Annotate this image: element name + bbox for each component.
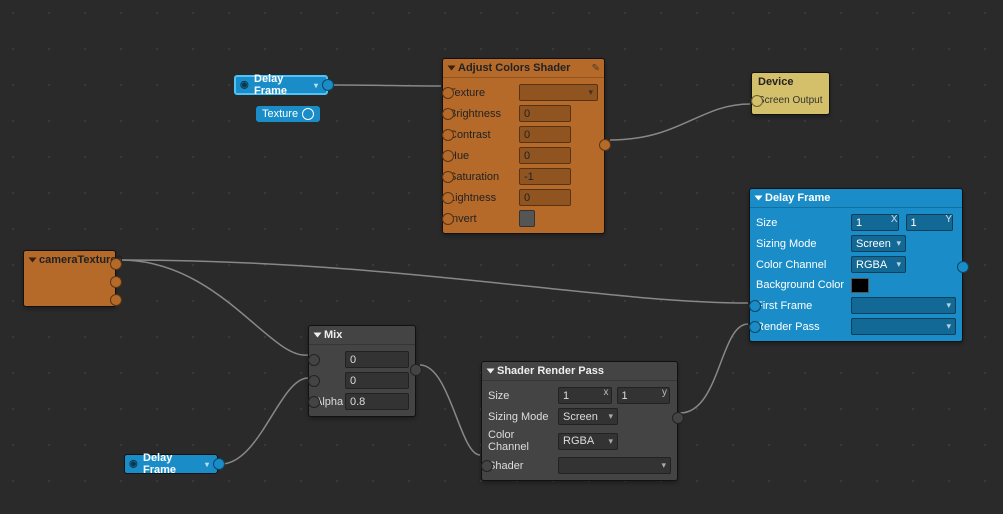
input-port-texture[interactable] [442,87,454,99]
hue-input[interactable]: 0 [519,147,571,164]
bgcolor-swatch[interactable] [851,278,869,293]
node-header[interactable]: cameraTexture0 [24,251,115,269]
collapse-icon[interactable] [448,66,456,71]
input-port-1[interactable] [308,354,320,366]
node-delay-frame-big[interactable]: Delay Frame Size 1X 1Y Sizing ModeScreen… [749,188,963,342]
input-port-saturation[interactable] [442,171,454,183]
output-port[interactable] [599,139,611,151]
output-port[interactable] [213,458,225,470]
mix-in2[interactable]: 0 [345,372,409,389]
brightness-input[interactable]: 0 [519,105,571,122]
collapse-icon[interactable] [29,258,37,263]
input-port-alpha[interactable] [308,396,320,408]
node-header[interactable]: Delay Frame [750,189,962,208]
node-header[interactable]: Mix [309,326,415,345]
mix-alpha[interactable]: 0.8 [345,393,409,410]
node-header[interactable]: Shader Render Pass [482,362,677,381]
input-port-shader[interactable] [481,460,493,472]
delay-icon: ◉ [129,459,138,470]
sizing-select[interactable]: Screen▾ [558,408,618,425]
node-shader-render-pass[interactable]: Shader Render Pass Size 1x 1y Sizing Mod… [481,361,678,481]
input-port-invert[interactable] [442,213,454,225]
mix-in1[interactable]: 0 [345,351,409,368]
output-port[interactable] [957,261,969,273]
node-title: Delay Frame [143,452,201,476]
output-port-3[interactable] [110,294,122,306]
node-header[interactable]: Adjust Colors Shader ✎ [443,59,604,78]
collapse-icon[interactable] [314,333,322,338]
output-port-1[interactable] [110,258,122,270]
sizing-select[interactable]: Screen▾ [851,235,906,252]
output-port-2[interactable] [110,276,122,288]
tag-texture[interactable]: Texture [256,106,320,122]
input-port-screen[interactable] [751,95,763,107]
node-title: Delay Frame [254,73,310,97]
node-header[interactable]: Device [752,73,829,91]
input-port-contrast[interactable] [442,129,454,141]
input-port-renderpass[interactable] [749,321,761,333]
input-port-brightness[interactable] [442,108,454,120]
node-mix[interactable]: Mix 0 0 Alpha0.8 [308,325,416,417]
saturation-input[interactable]: -1 [519,168,571,185]
collapse-icon[interactable] [755,196,763,201]
node-delay-frame-selected[interactable]: ◉ Delay Frame ▾ [234,75,328,95]
input-port-lightness[interactable] [442,192,454,204]
node-camera-texture[interactable]: cameraTexture0 [23,250,116,307]
color-select[interactable]: RGBA▾ [558,433,618,450]
input-port-hue[interactable] [442,150,454,162]
pencil-icon[interactable]: ✎ [592,63,600,74]
invert-checkbox[interactable] [519,210,535,227]
node-device[interactable]: Device Screen Output [751,72,830,115]
node-adjust-colors[interactable]: Adjust Colors Shader ✎ Texture▾ Brightne… [442,58,605,234]
renderpass-select[interactable]: ▾ [851,318,956,335]
shader-select[interactable]: ▾ [558,457,671,474]
output-port[interactable] [322,79,334,91]
lightness-input[interactable]: 0 [519,189,571,206]
texture-field[interactable]: ▾ [519,84,598,101]
input-port-2[interactable] [308,375,320,387]
delay-icon: ◉ [240,80,249,91]
collapse-icon[interactable] [487,369,495,374]
color-select[interactable]: RGBA▾ [851,256,906,273]
gear-icon[interactable] [302,108,314,120]
chevron-down-icon: ▾ [314,81,318,90]
contrast-input[interactable]: 0 [519,126,571,143]
input-port-firstframe[interactable] [749,300,761,312]
node-delay-frame-bottom[interactable]: ◉ Delay Frame ▾ [124,454,218,474]
chevron-down-icon: ▾ [205,460,209,469]
firstframe-select[interactable]: ▾ [851,297,956,314]
output-port[interactable] [672,412,684,424]
output-port[interactable] [410,364,422,376]
